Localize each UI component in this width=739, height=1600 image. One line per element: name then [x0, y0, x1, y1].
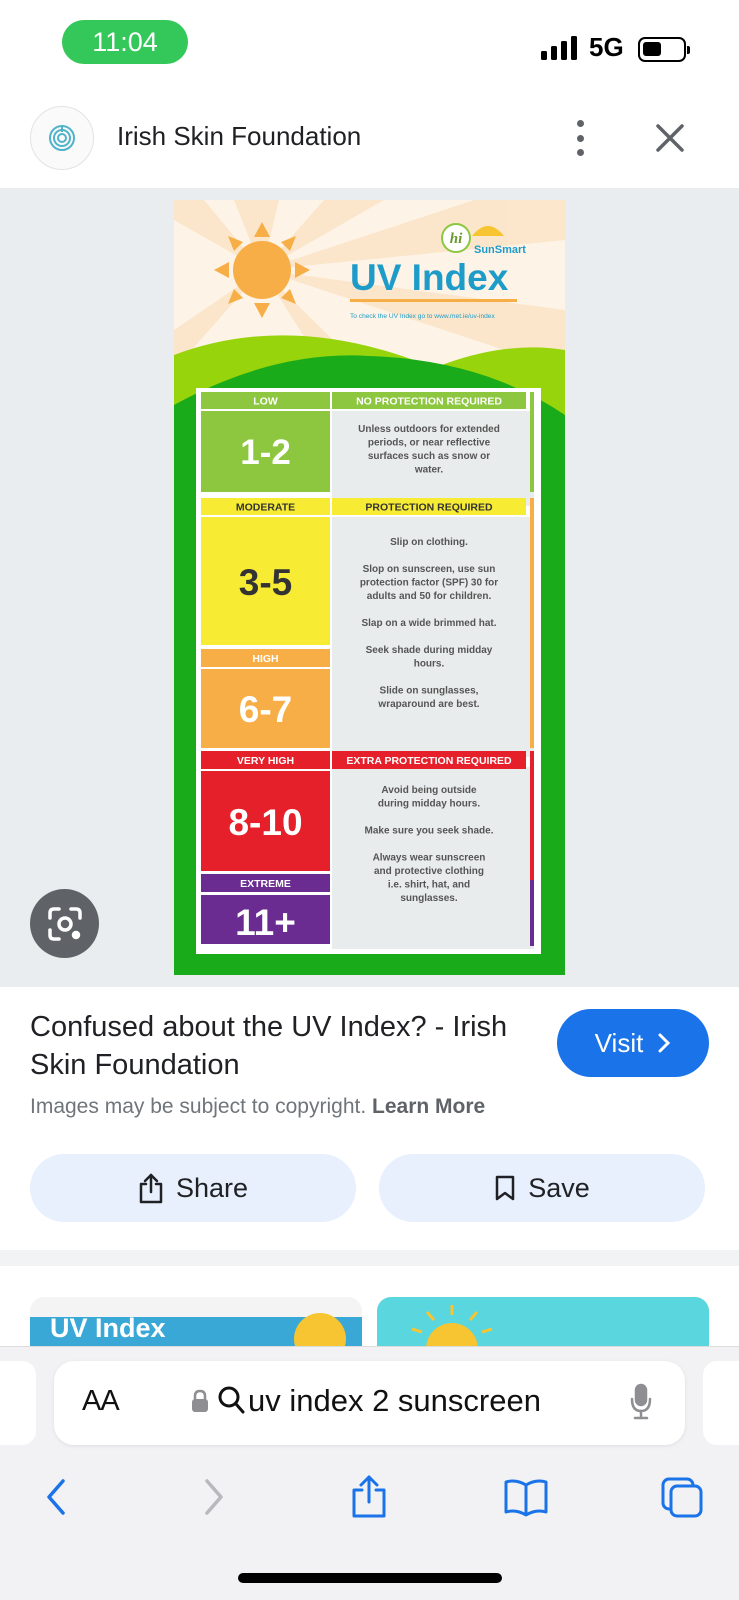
level-label-very-high: VERY HIGH	[237, 755, 294, 767]
tabs-button[interactable]	[656, 1471, 708, 1523]
bookmark-icon	[495, 1175, 515, 1201]
advice-line: Avoid being outside	[381, 785, 477, 796]
advice-line: i.e. shirt, hat, and	[388, 880, 470, 891]
copyright-text: Images may be subject to copyright.	[30, 1095, 367, 1118]
advice-line: hours.	[414, 659, 445, 670]
advice-heading-extra: EXTRA PROTECTION REQUIRED	[346, 755, 512, 767]
share-page-button[interactable]	[343, 1471, 395, 1523]
forward-icon	[205, 1479, 223, 1515]
share-icon	[139, 1173, 163, 1204]
advice-line: Make sure you seek shade.	[365, 826, 494, 837]
sun-icon	[294, 1313, 346, 1347]
previous-tab-peek[interactable]	[0, 1361, 36, 1445]
close-icon	[656, 124, 684, 152]
advice-line: Slap on a wide brimmed hat.	[361, 618, 496, 629]
forward-button[interactable]	[188, 1471, 240, 1523]
status-bar: 11:04 5G	[0, 0, 739, 95]
hi-logo-text: hi	[450, 231, 463, 247]
browser-toolbar: AA uv index 2 sunscreen	[0, 1346, 739, 1600]
lens-search-button[interactable]	[30, 889, 99, 958]
advice-line: wraparound are best.	[377, 699, 479, 710]
network-label: 5G	[589, 32, 624, 62]
advice-line: Slop on sunscreen, use sun	[363, 564, 496, 575]
advice-line: Slide on sunglasses,	[380, 686, 479, 697]
fingerprint-icon	[49, 125, 75, 151]
advice-line: periods, or near reflective	[368, 438, 491, 449]
sun-icon	[411, 1305, 493, 1347]
more-vert-icon	[576, 120, 584, 127]
level-range-low: 1-2	[240, 433, 291, 472]
advice-line: Slip on clothing.	[390, 537, 468, 548]
thumb-label: UV Index	[50, 1313, 166, 1343]
level-label-moderate: MODERATE	[236, 502, 295, 514]
section-divider	[0, 1250, 739, 1266]
save-button[interactable]: Save	[379, 1154, 705, 1222]
poster-subtitle: To check the UV Index go to www.met.ie/u…	[350, 313, 495, 320]
advice-line: water.	[414, 465, 444, 476]
chevron-right-icon	[658, 1033, 671, 1053]
search-query-text[interactable]: uv index 2 sunscreen	[248, 1383, 541, 1419]
lock-icon	[192, 1389, 208, 1412]
tabs-icon	[661, 1477, 703, 1518]
uv-index-poster[interactable]: hi SunSmart UV Index To check the UV Ind…	[174, 200, 565, 975]
advice-line: Unless outdoors for extended	[358, 424, 500, 435]
mic-icon[interactable]	[629, 1383, 653, 1421]
copyright-notice: Images may be subject to copyright. Lear…	[30, 1095, 485, 1119]
advice-line: adults and 50 for children.	[367, 591, 492, 602]
advice-line: and protective clothing	[374, 866, 484, 877]
advice-line: Seek shade during midday	[366, 645, 493, 656]
back-button[interactable]	[30, 1471, 82, 1523]
sunsmart-logo-text: SunSmart	[474, 244, 526, 256]
more-options-button[interactable]	[562, 118, 598, 158]
home-indicator	[238, 1573, 502, 1583]
related-image-2[interactable]	[377, 1297, 709, 1347]
signal-icon	[541, 36, 577, 60]
related-image-1[interactable]: UV Index	[30, 1297, 362, 1347]
level-range-very-high: 8-10	[228, 802, 302, 843]
sun-graphic	[214, 222, 310, 318]
image-viewer[interactable]: hi SunSmart UV Index To check the UV Ind…	[0, 188, 739, 987]
safari-share-icon	[352, 1475, 386, 1518]
level-label-extreme: EXTREME	[240, 878, 291, 890]
advice-heading-protection: PROTECTION REQUIRED	[365, 502, 493, 514]
level-range-extreme: 11+	[235, 902, 296, 943]
bookmarks-button[interactable]	[500, 1471, 552, 1523]
site-name[interactable]: Irish Skin Foundation	[117, 121, 361, 152]
visit-button[interactable]: Visit	[557, 1009, 709, 1077]
title-underline	[350, 299, 517, 302]
lens-icon	[47, 906, 82, 941]
poster-title: UV Index	[350, 257, 509, 298]
uv-table: LOW 1-2 MODERATE 3-5 HIGH 6-7 VERY HIGH …	[196, 388, 541, 954]
learn-more-link[interactable]: Learn More	[372, 1095, 485, 1118]
level-range-high: 6-7	[239, 689, 292, 730]
status-time[interactable]: 11:04	[62, 20, 188, 64]
result-title[interactable]: Confused about the UV Index? - Irish Ski…	[30, 1008, 530, 1084]
save-label: Save	[528, 1172, 590, 1203]
share-button[interactable]: Share	[30, 1154, 356, 1222]
address-bar[interactable]: AA uv index 2 sunscreen	[54, 1361, 685, 1445]
visit-label: Visit	[594, 1027, 644, 1058]
advice-line: surfaces such as snow or	[368, 451, 490, 462]
advice-heading-low: NO PROTECTION REQUIRED	[356, 396, 502, 408]
battery-icon	[638, 37, 690, 62]
advice-line: sunglasses.	[400, 893, 457, 904]
reader-settings-button[interactable]: AA	[82, 1385, 120, 1418]
poster-graphic: hi SunSmart UV Index To check the UV Ind…	[174, 200, 565, 975]
level-label-high: HIGH	[252, 653, 278, 665]
close-button[interactable]	[650, 118, 690, 158]
advice-line: during midday hours.	[378, 799, 480, 810]
advice-line: Always wear sunscreen	[373, 853, 486, 864]
bookmarks-icon	[504, 1479, 548, 1517]
site-favicon[interactable]	[30, 106, 94, 170]
level-range-moderate: 3-5	[239, 562, 292, 603]
level-label-low: LOW	[253, 396, 278, 408]
next-tab-peek[interactable]	[703, 1361, 739, 1445]
result-header: Irish Skin Foundation	[0, 100, 739, 188]
back-icon	[47, 1479, 65, 1515]
advice-line: protection factor (SPF) 30 for	[360, 578, 498, 589]
search-icon	[218, 1386, 245, 1414]
share-label: Share	[175, 1172, 249, 1203]
